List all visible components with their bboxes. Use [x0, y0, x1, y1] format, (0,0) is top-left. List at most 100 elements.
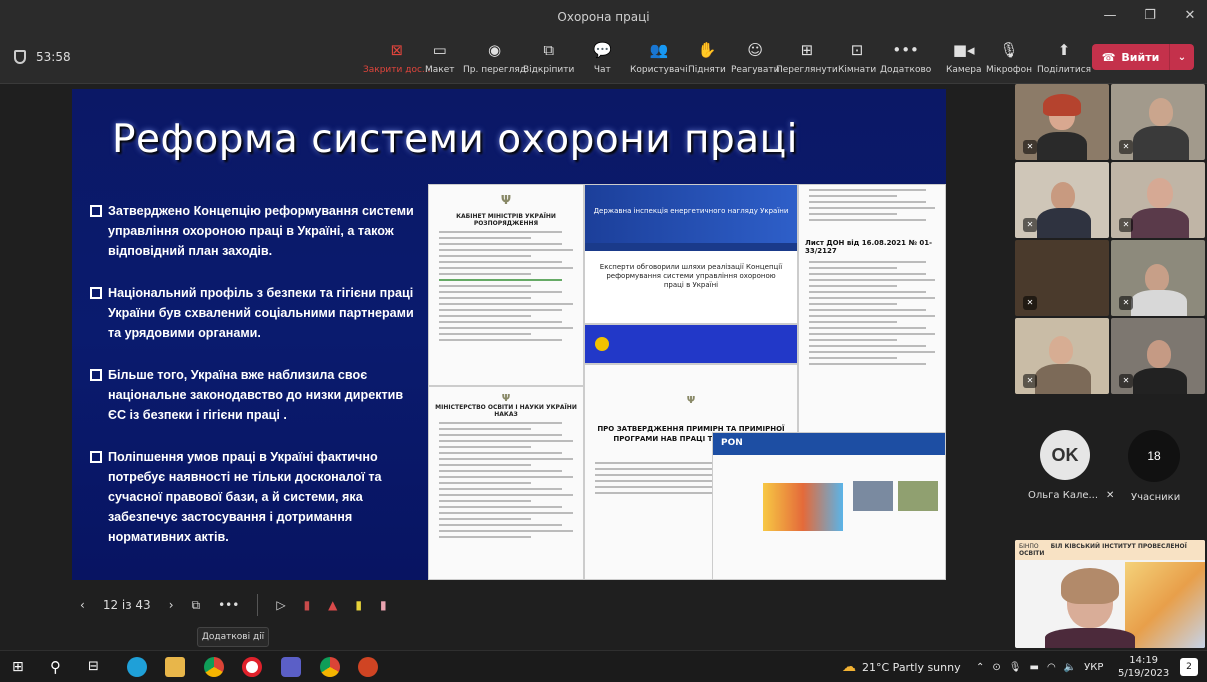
participant-tile[interactable]: ✕ [1111, 318, 1205, 394]
weather-widget[interactable]: ☁ 21°C Partly sunny [842, 651, 961, 682]
powerpoint-icon[interactable] [358, 657, 378, 677]
pen-icon[interactable]: ▮ [304, 598, 311, 612]
opera-icon[interactable] [242, 657, 262, 677]
raise-hand-button[interactable]: ✋ Підняти [688, 40, 726, 75]
mic-off-icon: ✕ [1119, 296, 1133, 310]
slide-title: Реформа системи охорони праці [112, 117, 798, 162]
people-button[interactable]: 👥 Користувачі [630, 40, 688, 75]
meeting-timer: 53:58 [14, 50, 71, 64]
participant-count-badge[interactable]: 18 [1128, 430, 1180, 482]
window-controls: — ❐ ✕ [1101, 8, 1199, 23]
participant-tile[interactable]: ✕ [1015, 84, 1109, 160]
checkbox-bullet-icon [90, 369, 102, 381]
doc-banner [584, 324, 798, 364]
participant-tile[interactable]: ✕ [1015, 162, 1109, 238]
rooms-button[interactable]: ⊡ Кімнати [838, 40, 876, 75]
pointer-icon[interactable]: ▷ [276, 598, 285, 612]
phone-icon: ☎ [1101, 50, 1116, 64]
more-button[interactable]: ••• Додатково [880, 40, 931, 75]
mic-tray-icon[interactable]: 🎙 [1009, 662, 1022, 673]
layout-icon: ▭ [432, 41, 447, 59]
meet-icon[interactable]: ⊙ [992, 662, 1000, 673]
teams-icon[interactable] [281, 657, 301, 677]
doc-letter: Лист ДОН від 16.08.2021 № 01-33/2127 [798, 184, 946, 439]
participant-tile[interactable]: ✕ [1015, 240, 1109, 316]
slide-bullets: Затверджено Концепцію реформування систе… [90, 201, 420, 569]
close-share-icon: ⊠ [390, 41, 404, 59]
task-view-icon[interactable]: ⊟ [88, 657, 108, 677]
bullet-item: Національний профіль з безпеки та гігієн… [90, 283, 420, 343]
participant-avatar[interactable]: OK [1040, 430, 1090, 480]
react-icon: ☺ [747, 41, 764, 59]
popout-button[interactable]: ⧉ Відкріпити [523, 40, 574, 75]
stop-sharing-button[interactable]: ⊠ Закрити дос... [363, 40, 431, 75]
share-button[interactable]: ⬆ Поділитися [1037, 40, 1091, 75]
chat-icon: 💬 [593, 41, 612, 59]
chevron-up-icon[interactable]: ⌃ [976, 662, 984, 673]
chrome-profile-icon[interactable] [320, 657, 340, 677]
preview-button[interactable]: ◉ Пр. перегляд [463, 40, 526, 75]
checkbox-bullet-icon [90, 205, 102, 217]
participant-name-row: Ольга Кале... ✕ [1028, 490, 1115, 501]
language-indicator[interactable]: УКР [1084, 662, 1103, 673]
bullet-item: Поліпшення умов праці в Україні фактично… [90, 447, 420, 547]
mic-off-icon: ✕ [1023, 218, 1037, 232]
doc-inspection-site: Державна інспекція енергетичного нагляду… [584, 184, 798, 324]
chrome-icon[interactable] [204, 657, 224, 677]
notification-badge: 2 [1180, 658, 1198, 676]
teams-meeting-window: Охорона праці — ❐ ✕ 53:58 ⊠ Закрити дос.… [0, 0, 1207, 682]
people-icon: 👥 [649, 41, 669, 59]
grid-view-icon[interactable]: ⧉ [192, 598, 201, 613]
notification-center[interactable]: 2 [1180, 651, 1198, 682]
participant-tile[interactable]: ✕ [1015, 318, 1109, 394]
wifi-icon[interactable]: ◠ [1047, 662, 1056, 673]
volume-icon[interactable]: 🔈 [1064, 662, 1076, 673]
participants-label: Учасники [1131, 492, 1181, 503]
battery-icon[interactable]: ▬ [1029, 662, 1038, 673]
search-icon[interactable]: ⚲ [50, 657, 70, 677]
mic-off-icon: ✕ [1023, 374, 1037, 388]
clock[interactable]: 14:19 5/19/2023 [1118, 651, 1169, 682]
mic-off-icon: ✕ [1023, 140, 1037, 154]
share-icon: ⬆ [1057, 41, 1071, 59]
participant-tile[interactable]: ✕ [1111, 162, 1205, 238]
edge-icon[interactable] [127, 657, 147, 677]
participant-tile[interactable]: ✕ [1111, 240, 1205, 316]
checkbox-bullet-icon [90, 451, 102, 463]
rooms-icon: ⊡ [850, 41, 864, 59]
chat-button[interactable]: 💬 Чат [593, 40, 612, 75]
restore-icon[interactable]: ❐ [1141, 8, 1159, 23]
mic-off-icon: ✕ [1119, 218, 1133, 232]
close-icon[interactable]: ✕ [1181, 8, 1199, 23]
windows-start-icon[interactable]: ⊞ [12, 657, 32, 677]
chevron-down-icon[interactable]: ⌄ [1170, 52, 1194, 63]
more-actions-icon[interactable]: ••• [218, 598, 239, 612]
participant-tile[interactable]: ✕ [1111, 84, 1205, 160]
camera-button[interactable]: ■◂ Камера [946, 40, 981, 75]
view-button[interactable]: ⊞ Переглянути [776, 40, 838, 75]
minimize-icon[interactable]: — [1101, 8, 1119, 23]
presenter-video[interactable]: БІНПО БІЛ КІВСЬКИЙ ІНСТИТУТ ПРОВЕСЛЕНОЇ … [1015, 540, 1205, 648]
bullet-item: Більше того, Україна вже наблизила своє … [90, 365, 420, 425]
highlighter-red-icon[interactable]: ▲ [328, 598, 337, 612]
mic-off-icon: ✕ [1106, 490, 1115, 501]
presenter-banner: БІНПО БІЛ КІВСЬКИЙ ІНСТИТУТ ПРОВЕСЛЕНОЇ … [1015, 540, 1205, 560]
presenter-controls: ‹ 12 із 43 › ⧉ ••• ▷ ▮ ▲ ▮ ▮ [80, 594, 387, 616]
mic-button[interactable]: 🎙 Мікрофон [986, 40, 1032, 75]
mic-off-icon: ✕ [1119, 374, 1133, 388]
doc-ministry-order: Ψ МІНІСТЕРСТВО ОСВІТИ І НАУКИ УКРАЇНИ НА… [428, 386, 584, 580]
shield-icon [14, 50, 26, 64]
leave-label: Вийти [1121, 50, 1160, 64]
doc-pon-site: PON [712, 432, 946, 580]
layout-button[interactable]: ▭ Макет [425, 40, 455, 75]
highlighter-yellow-icon[interactable]: ▮ [355, 598, 362, 612]
leave-button[interactable]: ☎ Вийти ⌄ [1092, 44, 1194, 70]
next-slide-icon[interactable]: › [169, 598, 174, 612]
bullet-item: Затверджено Концепцію реформування систе… [90, 201, 420, 261]
trident-icon: Ψ [500, 193, 512, 207]
file-explorer-icon[interactable] [165, 657, 185, 677]
preview-icon: ◉ [487, 41, 502, 59]
react-button[interactable]: ☺ Реагувати [731, 40, 779, 75]
prev-slide-icon[interactable]: ‹ [80, 598, 85, 612]
eraser-icon[interactable]: ▮ [380, 598, 387, 612]
